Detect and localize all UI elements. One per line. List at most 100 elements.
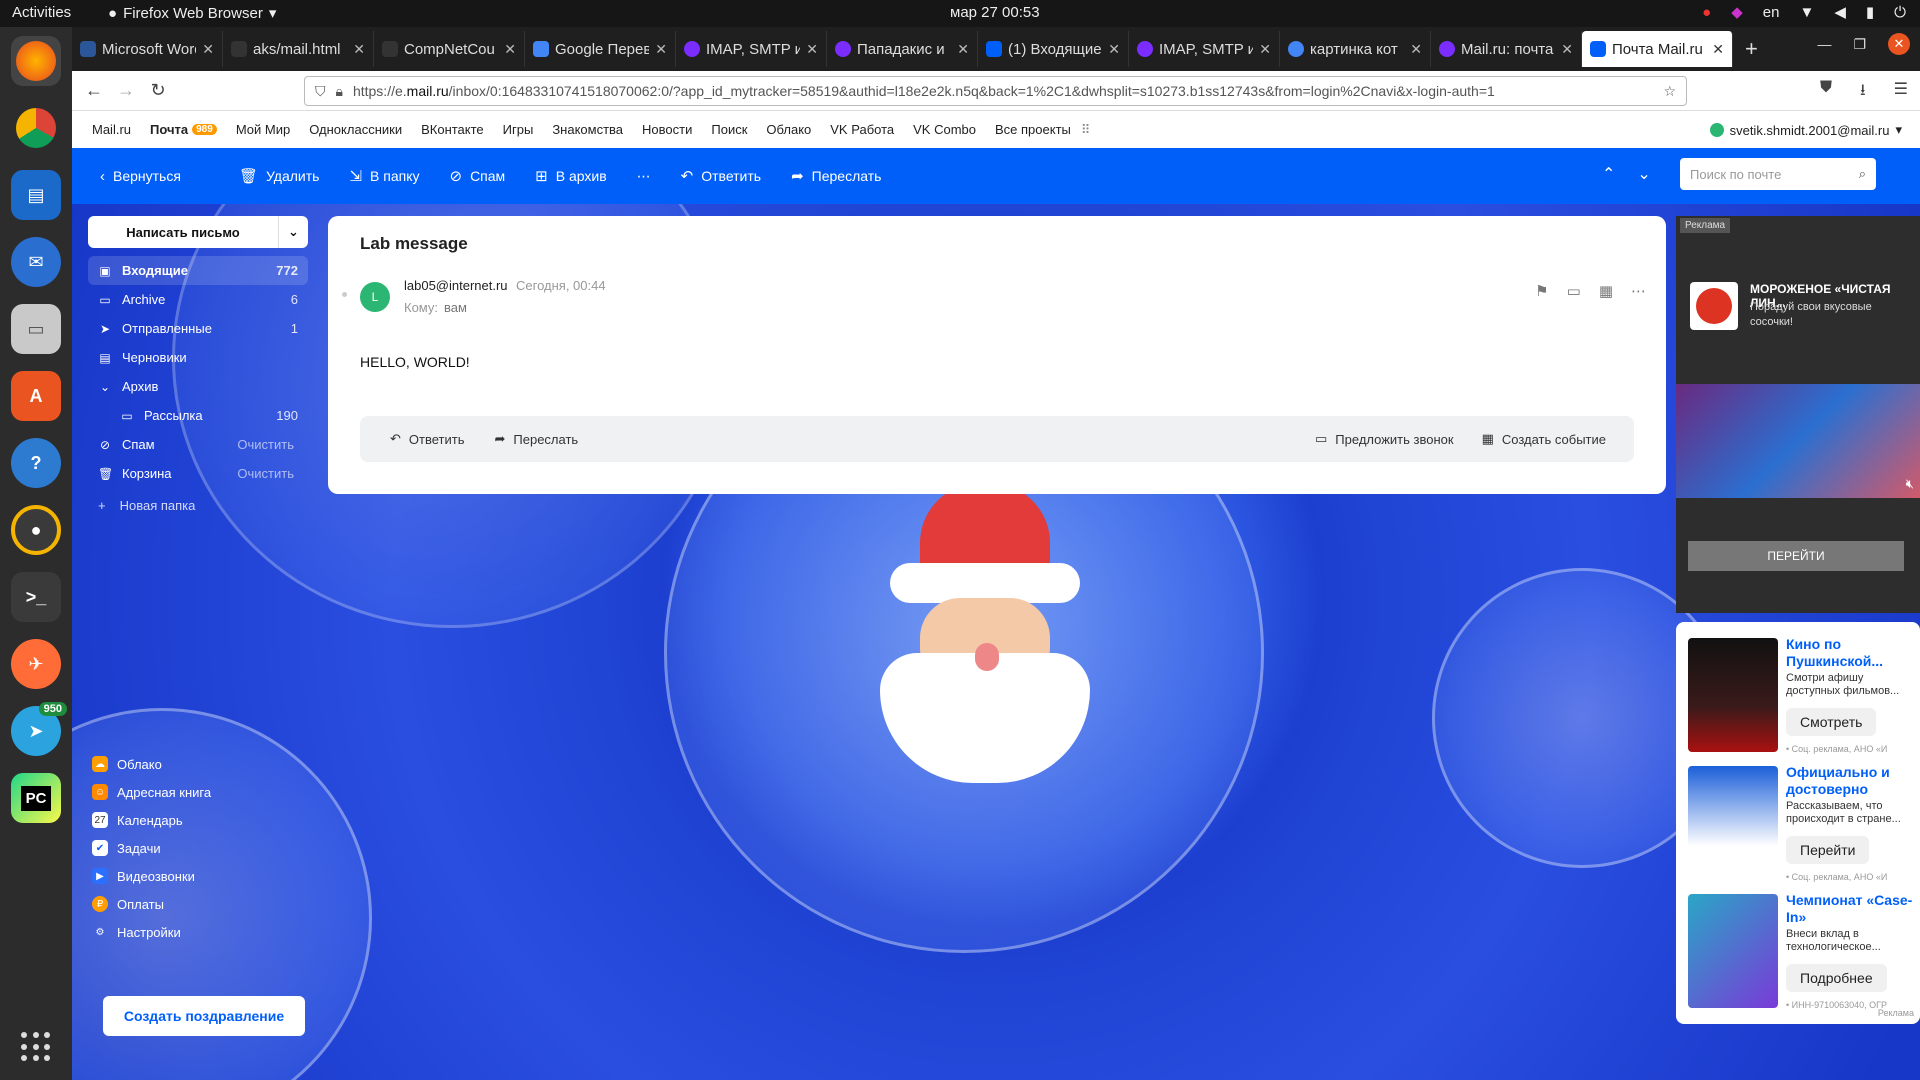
- portal-link-news[interactable]: Новости: [642, 122, 692, 137]
- mute-icon[interactable]: 🔇︎: [1906, 476, 1914, 492]
- chevron-down-icon[interactable]: ⌄: [1637, 164, 1650, 184]
- portal-link-search[interactable]: Поиск: [711, 122, 747, 137]
- close-tab-icon[interactable]: ✕: [1410, 41, 1422, 58]
- tab-2[interactable]: CompNetCou ✕: [374, 31, 525, 67]
- more-button[interactable]: ⋯: [637, 168, 651, 185]
- ad-card-button[interactable]: Смотреть: [1786, 708, 1877, 736]
- portal-link-dating[interactable]: Знакомства: [552, 122, 623, 137]
- close-tab-icon[interactable]: ✕: [1712, 41, 1724, 58]
- move-to-folder-button[interactable]: ⇲ В папку: [349, 167, 419, 185]
- portal-link-vkwork[interactable]: VK Работа: [830, 122, 894, 137]
- clock[interactable]: мар 27 00:53: [950, 4, 1040, 21]
- portal-link-games[interactable]: Игры: [503, 122, 534, 137]
- ad-card[interactable]: Официально и достоверно Рассказываем, чт…: [1688, 764, 1916, 882]
- show-applications-button[interactable]: [21, 1032, 51, 1062]
- dock-terminal[interactable]: >_: [11, 572, 61, 622]
- back-arrow-icon[interactable]: ←: [78, 80, 110, 101]
- close-tab-icon[interactable]: ✕: [806, 41, 818, 58]
- dock-thunderbird[interactable]: ✉: [11, 237, 61, 287]
- folder-archive-en[interactable]: ▭ Archive 6: [88, 285, 308, 314]
- tab-8[interactable]: картинка кот ✕: [1280, 31, 1431, 67]
- tab-0[interactable]: Microsoft Word -✕: [72, 31, 223, 67]
- close-tab-icon[interactable]: ✕: [655, 41, 667, 58]
- language-indicator[interactable]: en: [1763, 4, 1780, 21]
- portal-link-cloud[interactable]: Облако: [766, 122, 811, 137]
- dock-help[interactable]: ?: [11, 438, 61, 488]
- folder-trash[interactable]: 🗑︎ Корзина Очистить: [88, 459, 308, 488]
- close-tab-icon[interactable]: ✕: [957, 41, 969, 58]
- portal-link-vk[interactable]: ВКонтакте: [421, 122, 484, 137]
- portal-link-myworld[interactable]: Мой Мир: [236, 122, 290, 137]
- ad-banner-video[interactable]: Реклама МОРОЖЕНОЕ «ЧИСТАЯ ЛИН... Порадуй…: [1676, 216, 1920, 613]
- chevron-down-icon[interactable]: ⌄: [98, 380, 112, 394]
- clear-spam-button[interactable]: Очистить: [237, 437, 294, 452]
- folder-inbox[interactable]: ▣ Входящие 772: [88, 256, 308, 285]
- service-payments[interactable]: ₽ Оплаты: [92, 890, 211, 918]
- ad-go-button[interactable]: ПЕРЕЙТИ: [1688, 541, 1904, 571]
- system-tray[interactable]: ● ◆ en ▼ ◀ ▮ ⏻: [1702, 3, 1906, 22]
- close-tab-icon[interactable]: ✕: [202, 41, 214, 58]
- reply-button[interactable]: ↶ Ответить: [681, 167, 761, 185]
- spam-button[interactable]: ⊘ Спам: [449, 167, 505, 185]
- close-tab-icon[interactable]: ✕: [353, 41, 365, 58]
- dock-pycharm[interactable]: PC: [11, 773, 61, 823]
- ad-card[interactable]: Кино по Пушкинской... Смотри афишу досту…: [1688, 636, 1916, 754]
- ad-card[interactable]: Чемпионат «Case-In» Внеси вклад в технол…: [1688, 892, 1916, 1010]
- close-tab-icon[interactable]: ✕: [1259, 41, 1271, 58]
- dock-writer[interactable]: ▤: [11, 170, 61, 220]
- folder-archive[interactable]: ⌄ Архив: [88, 372, 308, 401]
- close-window-icon[interactable]: ✕: [1888, 33, 1910, 55]
- dock-rhythmbox[interactable]: ●: [11, 505, 61, 555]
- create-event-button[interactable]: ▦ Создать событие: [1482, 431, 1606, 447]
- menu-icon[interactable]: ☰: [1894, 79, 1908, 106]
- sender-address[interactable]: lab05@internet.ru: [404, 278, 508, 293]
- bookmark-icon[interactable]: ⚑: [1535, 282, 1548, 300]
- dock-firefox[interactable]: [11, 36, 61, 86]
- propose-call-button[interactable]: ▭ Предложить звонок: [1315, 431, 1454, 447]
- ad-card-button[interactable]: Перейти: [1786, 836, 1870, 864]
- tab-7[interactable]: IMAP, SMTP и ✕: [1129, 31, 1280, 67]
- mail-search-input[interactable]: Поиск по почте ⌕: [1680, 158, 1876, 190]
- bookmark-star-icon[interactable]: ☆: [1657, 82, 1676, 100]
- quick-reply-button[interactable]: ↶ Ответить: [390, 431, 464, 447]
- tab-9[interactable]: Mail.ru: почта ✕: [1431, 31, 1582, 67]
- service-settings[interactable]: ⚙ Настройки: [92, 918, 211, 946]
- create-greeting-button[interactable]: Создать поздравление: [103, 996, 305, 1036]
- quick-forward-button[interactable]: ➦ Переслать: [494, 431, 578, 447]
- service-tasks[interactable]: ✔ Задачи: [92, 834, 211, 862]
- compose-button[interactable]: Написать письмо ⌄: [88, 216, 308, 248]
- folder-spam[interactable]: ⊘ Спам Очистить: [88, 430, 308, 459]
- chevron-up-icon[interactable]: ⌃: [1602, 164, 1615, 184]
- ad-card-button[interactable]: Подробнее: [1786, 964, 1887, 992]
- dock-chrome[interactable]: [11, 103, 61, 153]
- maximize-icon[interactable]: ❐: [1853, 36, 1866, 53]
- service-contacts[interactable]: ☺ Адресная книга: [92, 778, 211, 806]
- portal-link-vkcombo[interactable]: VK Combo: [913, 122, 976, 137]
- unread-dot[interactable]: [342, 292, 347, 297]
- forward-arrow-icon[interactable]: →: [110, 80, 142, 101]
- downloads-icon[interactable]: ⭳: [1860, 79, 1866, 106]
- calendar-icon[interactable]: ▦: [1599, 282, 1613, 300]
- archive-button[interactable]: ⊞ В архив: [535, 167, 606, 185]
- minimize-icon[interactable]: —: [1817, 36, 1831, 52]
- dock-postman[interactable]: ✈: [11, 639, 61, 689]
- close-tab-icon[interactable]: ✕: [504, 41, 516, 58]
- close-tab-icon[interactable]: ✕: [1561, 41, 1573, 58]
- clear-trash-button[interactable]: Очистить: [237, 466, 294, 481]
- chevron-down-icon[interactable]: ⌄: [278, 216, 308, 248]
- user-menu[interactable]: svetik.shmidt.2001@mail.ru ▾: [1709, 122, 1902, 138]
- tab-1[interactable]: aks/mail.html ✕: [223, 31, 374, 67]
- ad-video[interactable]: 🔇︎: [1676, 384, 1920, 498]
- tab-6[interactable]: (1) Входящие ✕: [978, 31, 1129, 67]
- url-bar[interactable]: ⛉ 🔒︎ https://e.mail.ru/inbox/0:164833107…: [304, 76, 1687, 106]
- reload-icon[interactable]: ↻: [142, 80, 174, 101]
- more-icon[interactable]: ⋯: [1631, 282, 1646, 300]
- folder-newsletters[interactable]: ▭ Рассылка 190: [88, 401, 308, 430]
- folder-drafts[interactable]: ▤ Черновики: [88, 343, 308, 372]
- folder-sent[interactable]: ➤ Отправленные 1: [88, 314, 308, 343]
- portal-link-mail[interactable]: Почта 989: [150, 122, 217, 137]
- close-tab-icon[interactable]: ✕: [1108, 41, 1120, 58]
- portal-link-mailru[interactable]: Mail.ru: [92, 122, 131, 137]
- dock-files[interactable]: ▭: [11, 304, 61, 354]
- video-call-icon[interactable]: ▭: [1567, 282, 1581, 300]
